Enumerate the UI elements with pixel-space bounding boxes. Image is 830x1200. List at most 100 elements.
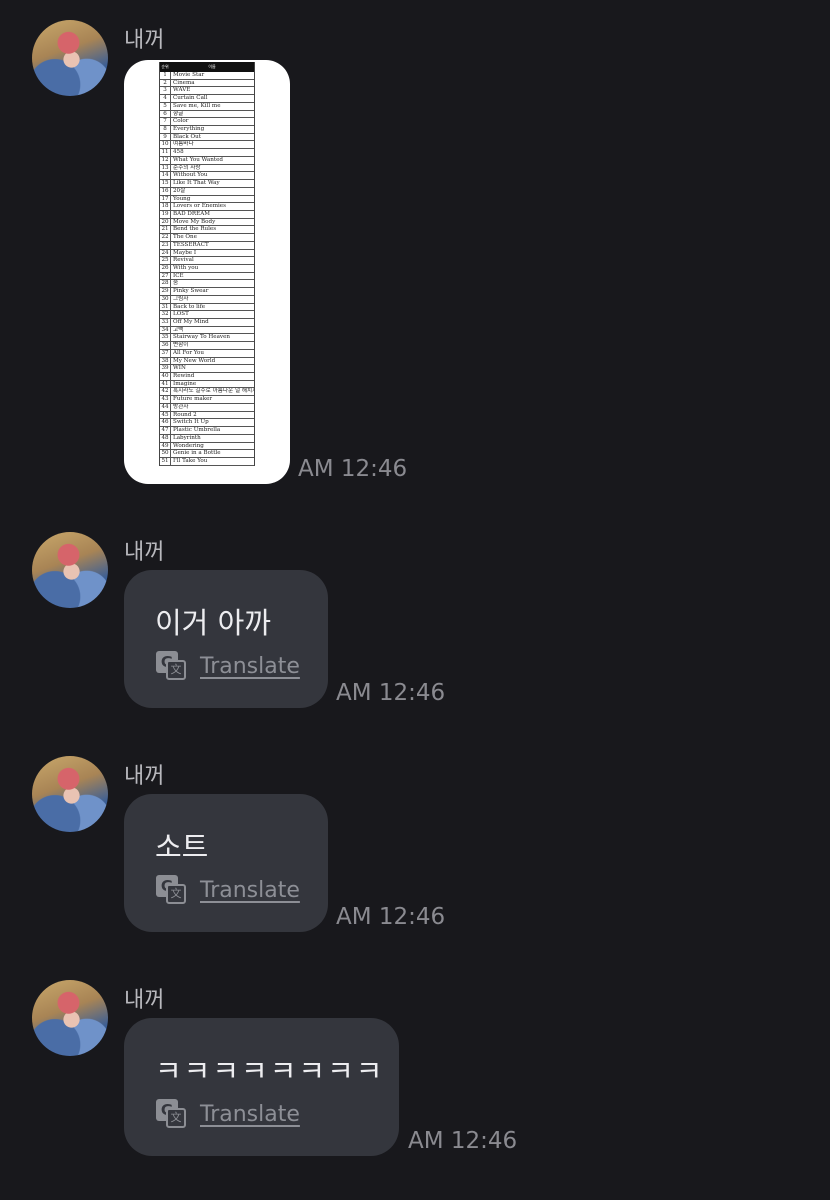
ranking-row: 47 Plastic Umbrella <box>160 427 254 435</box>
sender-avatar[interactable] <box>32 756 108 832</box>
ranking-row: 50 Genie in a Bottle <box>160 450 254 458</box>
ranking-row: 39 WIN <box>160 365 254 374</box>
ranking-row: 14 Without You <box>160 172 254 181</box>
translate-row[interactable]: G文 Translate <box>156 1098 300 1130</box>
ranking-row: 23 TESSERACT <box>160 241 254 250</box>
song-title: 458 <box>173 149 184 156</box>
ranking-row: 44 방관자 <box>160 403 254 412</box>
rank-number: 46 <box>160 419 171 427</box>
rank-number: 12 <box>160 156 171 164</box>
message-bubble[interactable]: 소트 G文 Translate <box>124 794 328 932</box>
translate-link[interactable]: Translate <box>200 654 300 679</box>
rank-number: 36 <box>160 342 171 349</box>
song-title: WIN <box>173 365 186 372</box>
ranking-row: 24 Maybe I <box>160 249 254 258</box>
song-title: Back to life <box>173 303 206 310</box>
ranking-row: 11 458 <box>160 149 254 157</box>
ranking-row: 16 20살 <box>160 187 254 196</box>
song-title: What You Wanted <box>173 156 224 163</box>
ranking-row: 21 Bend the Rules <box>160 226 254 235</box>
ranking-row: 19 BAD DREAM <box>160 210 254 219</box>
translate-link[interactable]: Translate <box>200 878 300 903</box>
song-title: LOST <box>173 311 189 318</box>
ranking-row: 32 LOST <box>160 311 254 319</box>
rank-number: 2 <box>160 79 171 87</box>
rank-number: 19 <box>160 210 171 218</box>
song-title: Genie in a Bottle <box>173 450 221 457</box>
sender-name: 내꺼 <box>124 540 165 565</box>
rank-number: 31 <box>160 303 171 311</box>
ranking-row: 26 With you <box>160 264 254 273</box>
ranking-row: 35 Stairway To Heaven <box>160 334 254 343</box>
rank-number: 25 <box>160 257 171 264</box>
sender-name: 내꺼 <box>124 764 165 789</box>
ranking-row: 36 변함이 <box>160 342 254 350</box>
rank-number: 9 <box>160 133 171 141</box>
rank-number: 47 <box>160 427 171 434</box>
song-title: 그림자 <box>173 295 189 302</box>
ranking-row: 20 Move My Body <box>160 218 254 227</box>
rank-number: 35 <box>160 334 171 342</box>
ranking-row: 2 Cinema <box>160 79 254 88</box>
sender-avatar[interactable] <box>32 980 108 1056</box>
ranking-sheet-header: 순위 이름 <box>160 62 254 72</box>
sender-name: 내꺼 <box>124 988 165 1013</box>
rank-number: 37 <box>160 349 171 357</box>
message-text: 소트 <box>155 830 209 864</box>
song-title: Future maker <box>173 396 213 403</box>
rank-number: 43 <box>160 396 171 403</box>
rank-number: 42 <box>160 388 171 396</box>
rank-number: 24 <box>160 249 171 257</box>
song-title: BAD DREAM <box>173 210 210 217</box>
ranking-row: 33 Off My Mind <box>160 319 254 327</box>
rank-number: 18 <box>160 203 171 210</box>
ranking-row: 25 Revival <box>160 257 254 265</box>
translate-link[interactable]: Translate <box>200 1102 300 1127</box>
rank-number: 51 <box>160 457 171 465</box>
song-title: Imagine <box>173 380 197 387</box>
rank-number: 1 <box>160 72 171 79</box>
ranking-row: 49 Wondering <box>160 442 254 451</box>
message-bubble[interactable]: ㅋㅋㅋㅋㅋㅋㅋㅋ G文 Translate <box>124 1018 399 1156</box>
translate-icon: G文 <box>156 875 186 905</box>
song-title: TESSERACT <box>173 241 209 248</box>
song-title: Like It That Way <box>173 180 220 187</box>
message-text: ㅋㅋㅋㅋㅋㅋㅋㅋ <box>155 1054 385 1088</box>
song-title: Rewind <box>173 373 195 380</box>
translate-row[interactable]: G文 Translate <box>156 650 300 682</box>
rank-number: 8 <box>160 126 171 133</box>
ranking-row: 9 Black Out <box>160 133 254 142</box>
ranking-sheet-rows: 1 Movie Star 2 Cinema 3 WAVE 4 Curtain Call 5 Sav… <box>160 72 254 466</box>
translate-row[interactable]: G文 Translate <box>156 874 300 906</box>
ranking-row: 42혹시라도 길수로 아름다운 널 해치지 않게 <box>160 388 254 397</box>
message-bubble[interactable]: 이거 아까 G文 Translate <box>124 570 328 708</box>
rank-number: 29 <box>160 288 171 295</box>
rank-number: 15 <box>160 180 171 187</box>
ranking-row: 40 Rewind <box>160 373 254 381</box>
shared-image[interactable]: 순위 이름 1 Movie Star 2 Cinema 3 WAVE 4 Curtain Ca… <box>124 60 290 484</box>
song-title: 방관자 <box>173 403 189 410</box>
rank-column-header: 순위 <box>161 64 169 69</box>
rank-number: 5 <box>160 102 171 110</box>
song-title: Everything <box>173 126 205 133</box>
rank-number: 33 <box>160 319 171 326</box>
ranking-row: 43 Future maker <box>160 396 254 404</box>
ranking-row: 45 Round 2 <box>160 411 254 420</box>
rank-number: 23 <box>160 241 171 249</box>
rank-number: 20 <box>160 218 171 226</box>
ranking-row: 7 Color <box>160 118 254 127</box>
rank-number: 16 <box>160 187 171 195</box>
ranking-row: 22 The One <box>160 234 254 242</box>
song-title: 여름바다 <box>173 141 194 148</box>
song-title: All For You <box>173 349 204 356</box>
rank-number: 45 <box>160 411 171 419</box>
rank-number: 3 <box>160 87 171 95</box>
song-title: Stairway To Heaven <box>173 334 230 341</box>
translate-icon: G文 <box>156 1099 186 1129</box>
rank-number: 13 <box>160 164 171 172</box>
sender-avatar[interactable] <box>32 20 108 96</box>
sender-avatar[interactable] <box>32 532 108 608</box>
rank-number: 34 <box>160 326 171 334</box>
rank-number: 4 <box>160 95 171 102</box>
name-column-header: 이름 <box>208 64 216 69</box>
